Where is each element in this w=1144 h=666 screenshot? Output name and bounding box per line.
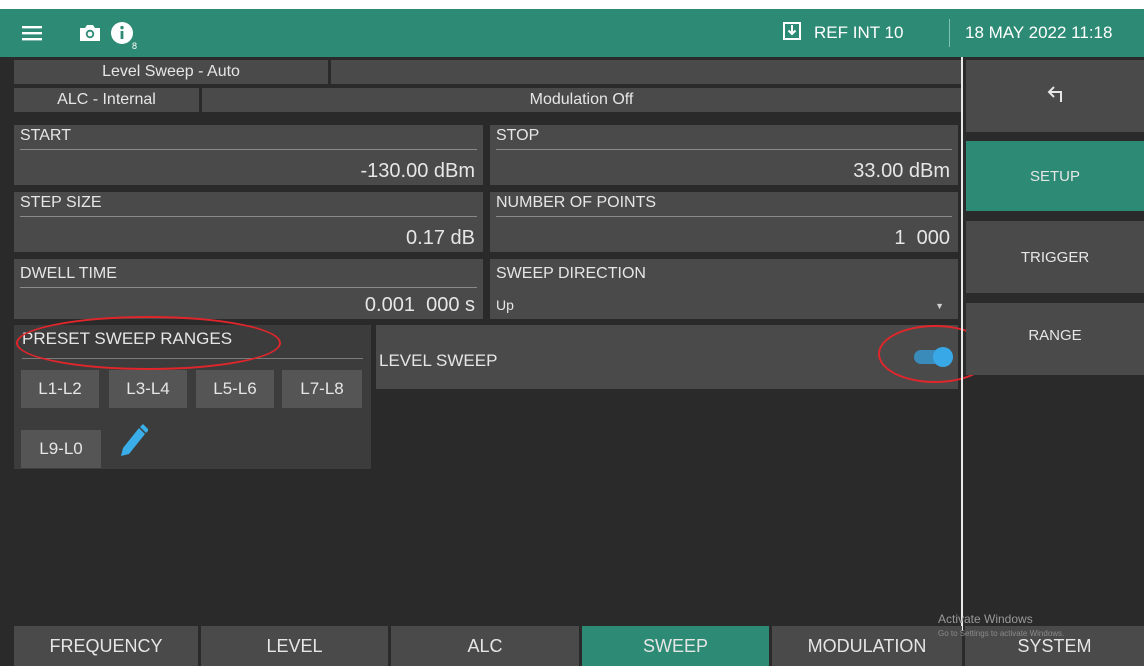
edit-pencil-icon[interactable] — [118, 423, 149, 464]
number-of-points-label: NUMBER OF POINTS — [496, 194, 657, 211]
step-size-value: 0.17 dB — [406, 227, 475, 249]
dwell-time-value: 0.001 000 s — [364, 294, 475, 316]
number-of-points-field[interactable]: NUMBER OF POINTS 1 000 — [490, 192, 958, 252]
notification-count: 8 — [132, 41, 138, 51]
divider — [20, 216, 477, 217]
step-size-field[interactable]: STEP SIZE 0.17 dB — [14, 192, 483, 252]
divider — [20, 287, 477, 288]
level-sweep-label: LEVEL SWEEP — [379, 351, 498, 370]
modulation-status: Modulation Off — [202, 88, 961, 112]
annotation-circle-preset — [16, 316, 281, 370]
number-of-points-value: 1 000 — [894, 227, 950, 249]
preset-button-l1-l2[interactable]: L1-L2 — [21, 370, 99, 408]
stop-field[interactable]: STOP 33.00 dBm — [490, 125, 958, 185]
divider — [961, 57, 963, 631]
side-menu-range[interactable]: RANGE — [966, 303, 1144, 375]
sweep-direction-label: SWEEP DIRECTION — [496, 265, 646, 282]
save-icon — [782, 21, 802, 46]
start-label: START — [20, 127, 71, 144]
sweep-direction-select[interactable]: SWEEP DIRECTION Up ▼ — [490, 259, 958, 319]
ref-indicator[interactable]: REF INT 10 — [782, 9, 903, 57]
date-time: 18 MAY 2022 11:18 — [965, 23, 1113, 42]
sweep-mode-status: Level Sweep - Auto — [14, 60, 328, 84]
step-size-label: STEP SIZE — [20, 194, 102, 211]
stop-value: 33.00 dBm — [853, 160, 950, 182]
topbar-divider — [949, 19, 950, 47]
watermark-title: Activate Windows — [938, 612, 1033, 626]
level-sweep-panel: LEVEL SWEEP — [376, 325, 958, 389]
menu-icon[interactable] — [18, 9, 46, 57]
dwell-time-label: DWELL TIME — [20, 265, 117, 282]
side-menu-trigger[interactable]: TRIGGER — [966, 221, 1144, 293]
tab-sweep[interactable]: SWEEP — [582, 626, 769, 666]
divider — [496, 216, 952, 217]
app-window: 8 REF INT 10 18 MAY 2022 11:18 Level Swe… — [0, 9, 1144, 666]
start-value: -130.00 dBm — [360, 160, 475, 182]
dwell-time-field[interactable]: DWELL TIME 0.001 000 s — [14, 259, 483, 319]
start-field[interactable]: START -130.00 dBm — [14, 125, 483, 185]
ref-label: REF INT 10 — [814, 23, 904, 42]
divider — [20, 149, 477, 150]
camera-icon[interactable] — [76, 9, 104, 57]
back-button[interactable] — [966, 60, 1144, 132]
alc-status: ALC - Internal — [14, 88, 199, 112]
tab-alc[interactable]: ALC — [391, 626, 579, 666]
sweep-direction-value: Up — [496, 297, 514, 313]
return-arrow-icon — [1046, 85, 1064, 107]
tab-frequency[interactable]: FREQUENCY — [14, 626, 198, 666]
divider — [496, 149, 952, 150]
dropdown-arrow-icon: ▼ — [935, 301, 944, 311]
tab-modulation[interactable]: MODULATION — [772, 626, 962, 666]
preset-button-l5-l6[interactable]: L5-L6 — [196, 370, 274, 408]
top-bar: 8 REF INT 10 18 MAY 2022 11:18 — [0, 9, 1144, 57]
watermark-subtitle: Go to Settings to activate Windows. — [938, 629, 1065, 638]
stop-label: STOP — [496, 127, 540, 144]
preset-button-l7-l8[interactable]: L7-L8 — [282, 370, 362, 408]
side-menu-setup[interactable]: SETUP — [966, 141, 1144, 211]
status-blank — [331, 60, 961, 84]
preset-button-l3-l4[interactable]: L3-L4 — [109, 370, 187, 408]
tab-level[interactable]: LEVEL — [201, 626, 388, 666]
preset-button-l9-l0[interactable]: L9-L0 — [21, 430, 101, 468]
